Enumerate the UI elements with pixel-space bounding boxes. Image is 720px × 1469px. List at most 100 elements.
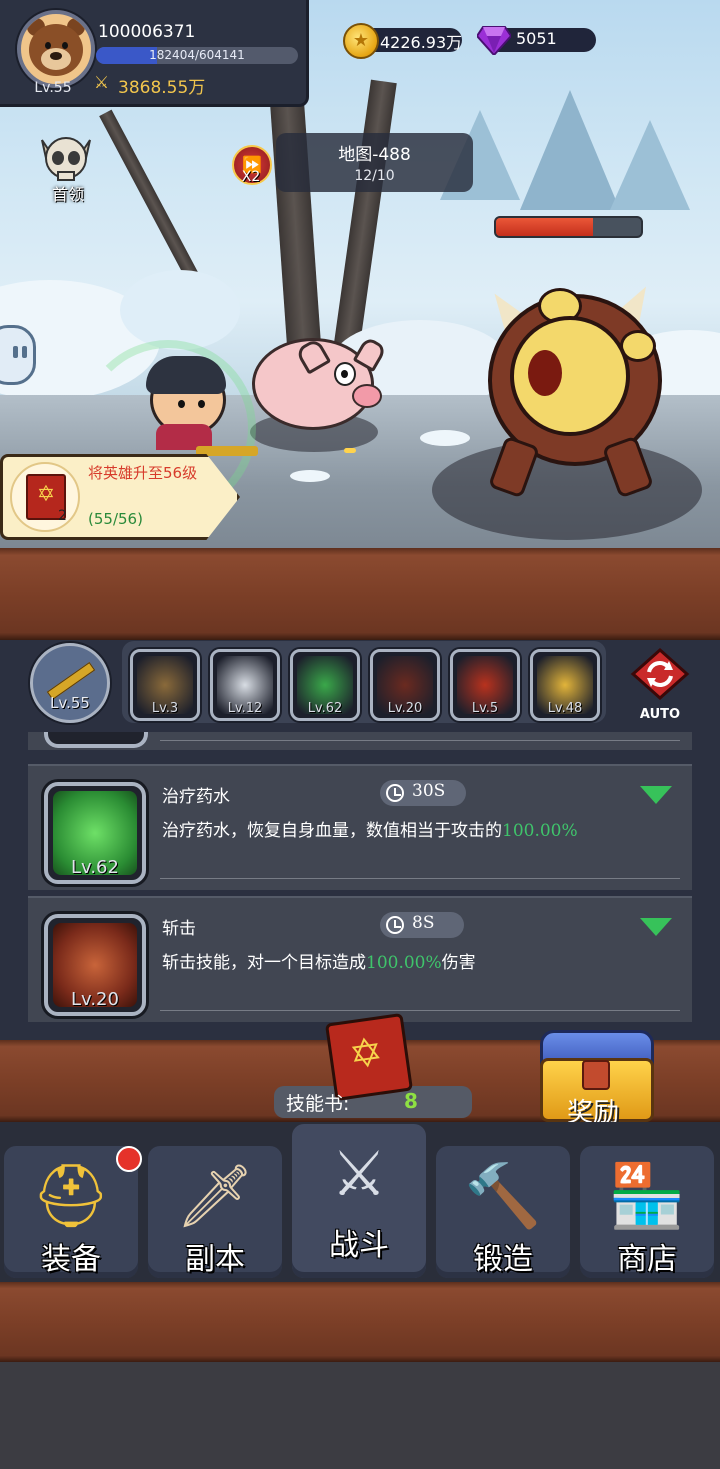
skill-slot[interactable]: Lv.62: [290, 649, 360, 721]
nav-shop[interactable]: 🏪 商店: [580, 1146, 714, 1278]
nav-equip-label: 装备: [41, 1242, 101, 1277]
boss-label[interactable]: 首领: [38, 181, 98, 205]
coin-star-icon: ★: [352, 30, 370, 51]
skill-level: Lv.62: [71, 857, 119, 878]
pig-snout: [352, 384, 382, 408]
skill-book-count: 8: [404, 1089, 418, 1113]
skill-name: 治疗药水: [162, 787, 230, 807]
skill-slot-level: Lv.62: [307, 701, 343, 716]
wood-divider: [0, 1282, 720, 1362]
skill-slot[interactable]: Lv.20: [370, 649, 440, 721]
pine-tree: [520, 90, 620, 210]
skill-book-label: 技能书:: [286, 1093, 350, 1115]
skill-slot-level: Lv.3: [151, 701, 179, 716]
auto-label[interactable]: AUTO: [624, 707, 696, 722]
battle-scene: Lv.55 100006371 182404/604141 ⚔ 3868.55万…: [0, 0, 720, 548]
helmet-icon: ⛑: [31, 1159, 111, 1232]
bear-eye: [62, 42, 68, 49]
snow-mound: [120, 270, 240, 350]
desc-value: 100.00%: [502, 821, 578, 841]
nav-dungeon-label: 副本: [185, 1242, 245, 1277]
bottom-area: [0, 1362, 720, 1469]
skill-description: 斩击技能，对一个目标造成100.00%伤害: [162, 948, 682, 973]
shop-icon: 🏪: [608, 1159, 686, 1232]
skull-boss-icon[interactable]: [36, 134, 96, 186]
desc-text: 斩击技能，对一个目标造成: [162, 953, 366, 973]
player-avatar[interactable]: [17, 10, 95, 88]
sword-shield-icon: 🗡: [175, 1159, 255, 1232]
skill-level: Lv.20: [71, 989, 119, 1010]
hero-eye: [198, 400, 205, 408]
exp-text: 182404/604141: [149, 48, 245, 62]
skill-card[interactable]: Lv.20 斩击 8S 斩击技能，对一个目标造成100.00%伤害: [28, 896, 692, 1022]
quest-progress: (55/56): [88, 510, 143, 528]
combat-power: 3868.55万: [118, 78, 206, 98]
speed-label: X2: [241, 169, 261, 185]
skill-slot-level: Lv.48: [547, 701, 583, 716]
expand-arrow-icon[interactable]: [640, 918, 672, 936]
hexagram-icon: ✡: [346, 1028, 386, 1080]
weapon-level: Lv.55: [50, 694, 90, 712]
exp-bar: 182404/604141: [96, 47, 298, 64]
crossed-swords-icon: ⚔: [331, 1137, 387, 1210]
skill-list[interactable]: Lv.62 治疗药水 30S 治疗药水，恢复自身血量，数值相当于攻击的100.0…: [0, 722, 720, 1040]
desc-suffix: 伤害: [441, 953, 476, 973]
cooldown-text: 30S: [412, 781, 446, 801]
notification-dot: [116, 1146, 142, 1172]
skill-slot[interactable]: Lv.12: [210, 649, 280, 721]
skill-slot[interactable]: Lv.3: [130, 649, 200, 721]
wave-progress: 12/10: [354, 168, 395, 184]
purple-gem-icon: [477, 26, 511, 55]
auto-refresh-icon[interactable]: [629, 648, 691, 700]
divider: [160, 878, 680, 879]
skill-description: 治疗药水，恢复自身血量，数值相当于攻击的100.00%: [162, 816, 682, 841]
hero-hair: [146, 356, 226, 394]
enemy-health-fill: [496, 218, 594, 236]
side-menu-handle[interactable]: [0, 325, 36, 385]
hammer-scroll-icon: 🔨: [464, 1159, 542, 1232]
bear-nose: [50, 52, 62, 60]
skill-slot-level: Lv.5: [471, 701, 499, 716]
gem-value: 5051: [516, 29, 557, 48]
desc-text: 治疗药水，恢复自身血量，数值相当于攻击的: [162, 821, 502, 841]
quest-title: 将英雄升至56级: [88, 464, 198, 482]
nav-forge-label: 锻造: [473, 1242, 533, 1277]
map-name: 地图-488: [338, 145, 411, 165]
chest-lock: [582, 1060, 610, 1090]
enemy-health-bar: [494, 216, 643, 238]
handle-bar: [13, 346, 18, 358]
snow-patch: [290, 470, 330, 482]
gold-value: 4226.93万: [380, 33, 463, 52]
bullet: [344, 448, 356, 453]
player-id: 100006371: [98, 22, 196, 42]
nav-dungeon[interactable]: 🗡 副本: [148, 1146, 282, 1278]
skill-slot[interactable]: Lv.48: [530, 649, 600, 721]
nav-battle-label: 战斗: [329, 1228, 389, 1263]
clock-icon: [386, 784, 404, 802]
pig-pupil: [341, 370, 348, 378]
nav-shop-label: 商店: [617, 1242, 677, 1277]
snow-patch: [420, 430, 470, 446]
nav-battle[interactable]: ⚔ 战斗: [292, 1124, 426, 1278]
skill-card[interactable]: Lv.62 治疗药水 30S 治疗药水，恢复自身血量，数值相当于攻击的100.0…: [28, 764, 692, 890]
player-level: Lv.55: [34, 80, 72, 96]
skill-name: 斩击: [162, 919, 196, 939]
monster-mouth: [528, 350, 562, 396]
skill-slot-level: Lv.20: [387, 701, 423, 716]
divider: [160, 1010, 680, 1011]
skill-icon: Lv.20: [44, 914, 146, 1016]
wood-divider: [0, 548, 720, 640]
skill-slot-level: Lv.12: [227, 701, 263, 716]
handle-bar: [22, 346, 27, 358]
expand-arrow-icon[interactable]: [640, 786, 672, 804]
crossed-swords-icon: ⚔: [94, 73, 110, 93]
cooldown-text: 8S: [412, 913, 435, 933]
pine-tree: [610, 120, 690, 210]
clock-icon: [386, 916, 404, 934]
hero-eye: [178, 400, 185, 408]
skill-slot[interactable]: Lv.5: [450, 649, 520, 721]
skill-icon: Lv.62: [44, 782, 146, 884]
desc-value: 100.00%: [366, 953, 442, 973]
nav-forge[interactable]: 🔨 锻造: [436, 1146, 570, 1278]
divider: [160, 740, 680, 741]
